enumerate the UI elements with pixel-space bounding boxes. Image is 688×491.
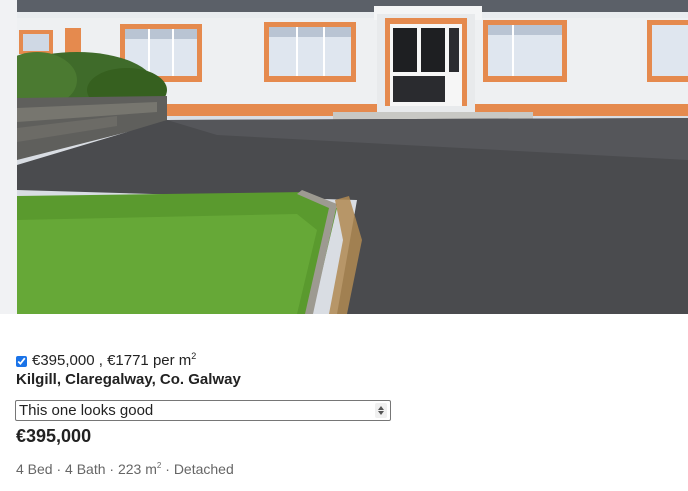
- spec-separator: ·: [109, 461, 115, 477]
- price-summary-row: €395,000 , €1771 per m2: [16, 352, 196, 370]
- select-stepper-icon[interactable]: [375, 403, 387, 418]
- price-summary: €395,000 , €1771 per m2: [32, 352, 196, 370]
- property-specs: 4 Bed · 4 Bath · 223 m2 · Detached: [16, 461, 234, 477]
- note-select[interactable]: This one looks good: [15, 400, 391, 421]
- spec-area-text: 223 m: [117, 461, 157, 477]
- chevron-up-icon: [378, 406, 384, 410]
- spec-separator: ·: [56, 461, 62, 477]
- spec-area: 223 m2: [118, 461, 161, 477]
- spec-separator: ·: [165, 461, 170, 477]
- shortlist-checkbox[interactable]: [16, 355, 27, 367]
- chevron-down-icon: [378, 411, 384, 415]
- spec-type: Detached: [173, 461, 234, 477]
- property-photo-image: [17, 0, 688, 314]
- property-price: €395,000: [16, 426, 92, 446]
- listing-card: €395,000 , €1771 per m2 Kilgill, Clarega…: [0, 0, 688, 491]
- spec-baths: 4 Bath: [65, 461, 106, 477]
- note-select-value: This one looks good: [19, 402, 154, 419]
- price-summary-superscript: 2: [191, 351, 197, 361]
- property-address: Kilgill, Claregalway, Co. Galway: [16, 371, 241, 388]
- gutter: [0, 0, 17, 314]
- price-summary-text: €395,000 , €1771 per m: [32, 352, 192, 369]
- spec-beds: 4 Bed: [16, 461, 53, 477]
- spec-area-superscript: 2: [156, 461, 162, 470]
- property-photo[interactable]: [17, 0, 688, 314]
